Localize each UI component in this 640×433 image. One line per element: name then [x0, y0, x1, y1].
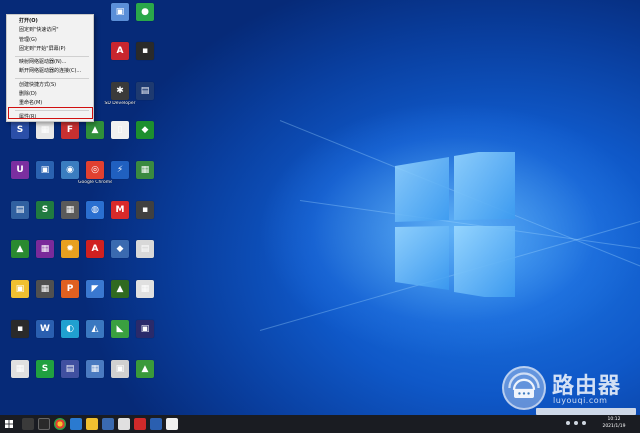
desktop: ▣ ● A ▪ ✱ SD Developer ▤ S ▦ F ▲ ▯ ◆ U ▣ ◉ ◎ Google Chrom…: [0, 0, 640, 415]
file-explorer-icon[interactable]: [86, 418, 98, 430]
app-icon: ▪: [11, 320, 29, 338]
app-icon: P: [61, 280, 79, 298]
app-icon: ▦: [11, 360, 29, 378]
app-icon: ✹: [61, 240, 79, 258]
app-icon: ▣: [111, 3, 129, 21]
app-icon: S: [11, 121, 29, 139]
app-icon: U: [11, 161, 29, 179]
app-icon: ◭: [86, 320, 104, 338]
taskbar: 10:12 2021/1/19: [0, 415, 640, 433]
desktop-icon[interactable]: ▪: [128, 42, 162, 80]
app-icon: ▣: [111, 360, 129, 378]
properties-highlight-box: [8, 107, 93, 119]
app-icon: ▦: [36, 280, 54, 298]
app-icon: ▦: [136, 280, 154, 298]
app-icon: W: [36, 320, 54, 338]
windows-logo: [395, 152, 515, 297]
menu-item[interactable]: 打开(O): [7, 17, 93, 26]
menu-separator: [15, 78, 89, 80]
app-icon: ◐: [61, 320, 79, 338]
app-icon: ▪: [136, 201, 154, 219]
app-icon: ▣: [36, 161, 54, 179]
app-taskbar-icon[interactable]: [102, 418, 114, 430]
app-icon: ▦: [86, 360, 104, 378]
task-view-icon[interactable]: [38, 418, 50, 430]
desktop-icon[interactable]: ▲: [128, 360, 162, 398]
app-icon: ▦: [36, 121, 54, 139]
app-icon: ▲: [136, 360, 154, 378]
app-icon: ◎: [86, 161, 104, 179]
edge-taskbar-icon[interactable]: [70, 418, 82, 430]
watermark: 路由器 luyouqi.com: [502, 366, 632, 412]
tray-date: 2021/1/19: [602, 424, 626, 429]
app-icon: ▲: [111, 280, 129, 298]
app-icon: ▦: [36, 240, 54, 258]
app-icon: ▤: [11, 201, 29, 219]
desktop-icon[interactable]: ▦: [128, 161, 162, 199]
app-icon: ◆: [136, 121, 154, 139]
menu-item[interactable]: 删除(D): [7, 90, 93, 99]
app-icon: M: [111, 201, 129, 219]
desktop-icon[interactable]: ●: [128, 3, 162, 41]
tray-time: 10:12: [607, 417, 621, 422]
menu-item[interactable]: 映射网络驱动器(N)...: [7, 58, 93, 67]
windows-start-icon: [5, 420, 13, 428]
menu-item[interactable]: 固定到"开始"屏幕(P): [7, 45, 93, 54]
app-icon: ✱: [111, 82, 129, 100]
desktop-icon[interactable]: ▤: [128, 240, 162, 278]
app-icon: ◣: [111, 320, 129, 338]
tray-overflow-strip: [536, 408, 636, 415]
app-icon: ◤: [86, 280, 104, 298]
app-icon: F: [61, 121, 79, 139]
app-icon: A: [86, 240, 104, 258]
context-menu: 打开(O) 固定到"快速访问" 管理(G) 固定到"开始"屏幕(P) 映射网络驱动器(N…: [6, 14, 94, 122]
app-icon: ⚡: [111, 161, 129, 179]
desktop-icon[interactable]: ▣: [128, 320, 162, 358]
desktop-icon[interactable]: ▤: [128, 82, 162, 120]
app-icon: ◆: [111, 240, 129, 258]
app-icon: ▣: [11, 280, 29, 298]
chrome-taskbar-icon[interactable]: [54, 418, 66, 430]
menu-item[interactable]: 创建快捷方式(S): [7, 81, 93, 90]
app-taskbar-icon[interactable]: [118, 418, 130, 430]
app-icon: ◉: [61, 161, 79, 179]
app-icon: ▯: [111, 121, 129, 139]
app-icon: ▤: [136, 82, 154, 100]
app-icon: S: [36, 201, 54, 219]
menu-item[interactable]: 断开网络驱动器的连接(C)...: [7, 67, 93, 76]
menu-separator: [15, 55, 89, 57]
app-icon: ▲: [11, 240, 29, 258]
ime-icon[interactable]: [582, 421, 586, 425]
menu-item[interactable]: 管理(G): [7, 36, 93, 45]
app-icon: ▲: [86, 121, 104, 139]
desktop-icon[interactable]: ▪: [128, 201, 162, 239]
volume-icon[interactable]: [574, 421, 578, 425]
app-icon: ●: [136, 3, 154, 21]
app-icon: ▤: [136, 240, 154, 258]
app-icon: ▦: [61, 201, 79, 219]
app-icon: ▤: [61, 360, 79, 378]
router-logo-icon: [502, 366, 546, 410]
app-icon: ▦: [136, 161, 154, 179]
desktop-icon[interactable]: ▦: [128, 280, 162, 318]
word-taskbar-icon[interactable]: [150, 418, 162, 430]
app-taskbar-icon[interactable]: [166, 418, 178, 430]
watermark-url: luyouqi.com: [553, 396, 608, 405]
app-icon: A: [111, 42, 129, 60]
app-icon: ▣: [136, 320, 154, 338]
start-button[interactable]: [0, 415, 18, 433]
desktop-icon[interactable]: ◆: [128, 121, 162, 159]
app-icon: ◍: [86, 201, 104, 219]
app-icon: ▪: [136, 42, 154, 60]
app-taskbar-icon[interactable]: [134, 418, 146, 430]
app-icon: S: [36, 360, 54, 378]
network-icon[interactable]: [566, 421, 570, 425]
search-icon[interactable]: [22, 418, 34, 430]
tray-clock[interactable]: 10:12 2021/1/19: [592, 416, 636, 430]
menu-item[interactable]: 固定到"快速访问": [7, 26, 93, 35]
